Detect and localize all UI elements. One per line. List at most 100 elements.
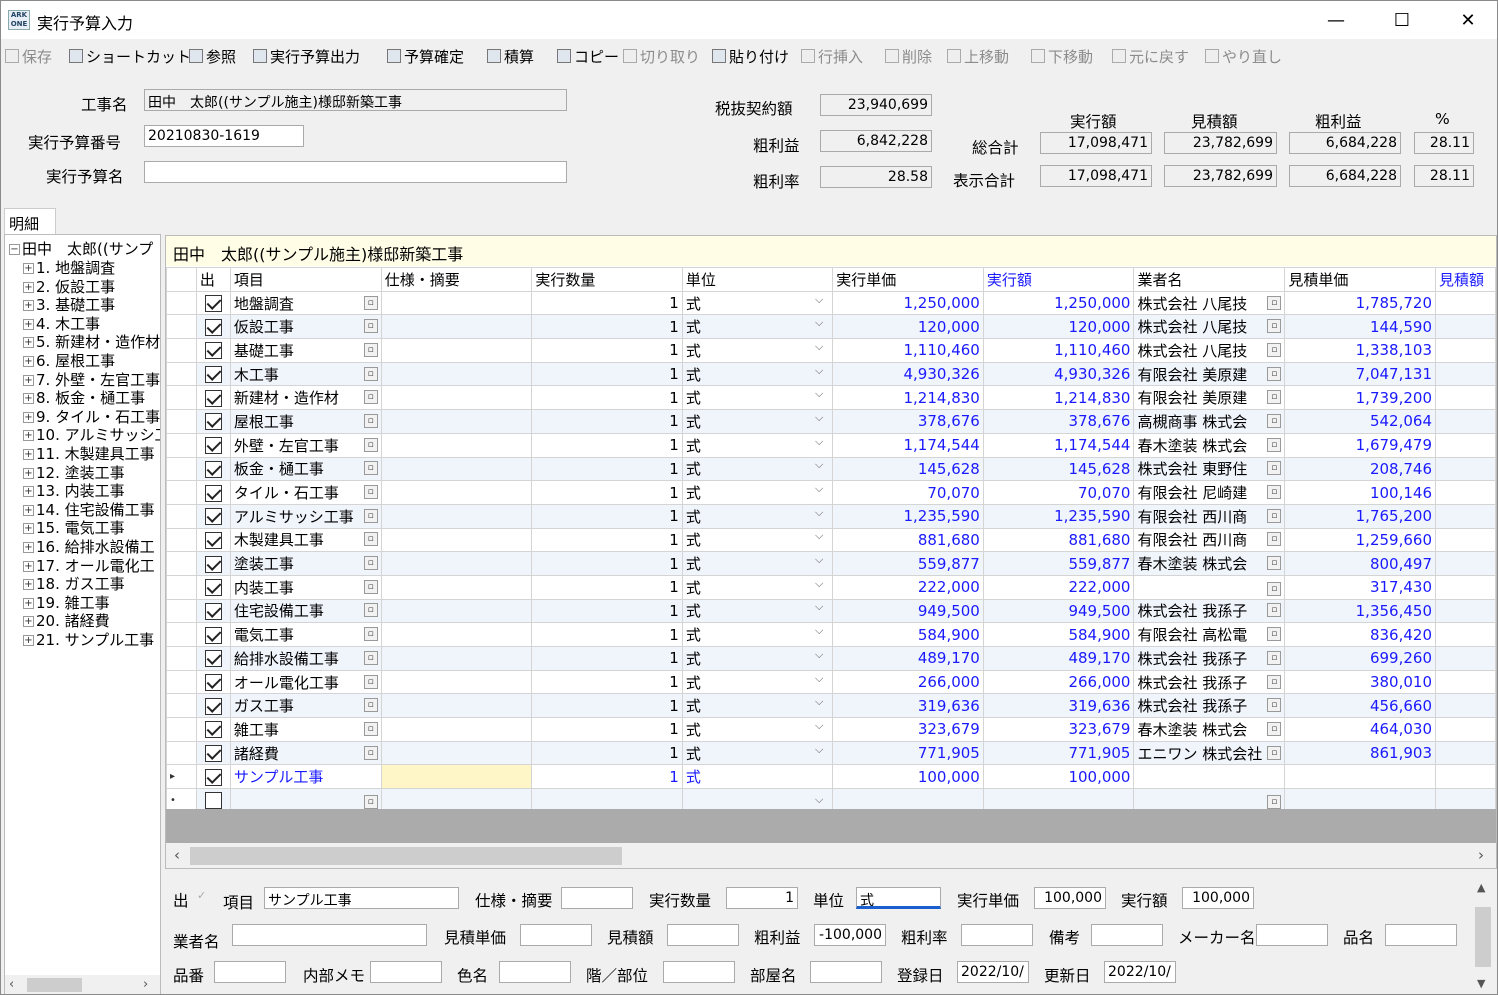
unit-cell[interactable]: 式 — [681, 764, 834, 790]
est-amount-cell[interactable] — [1434, 338, 1496, 363]
unit-price-cell[interactable]: 489,170 — [832, 646, 984, 671]
out-checkbox[interactable] — [204, 555, 222, 573]
row-selector[interactable] — [166, 527, 197, 553]
out-checkbox[interactable] — [204, 650, 222, 668]
expand-icon[interactable]: + — [23, 560, 34, 572]
scroll-left-icon[interactable]: ‹ — [9, 977, 14, 992]
item-cell[interactable]: タイル・石工事 ▫ — [229, 480, 382, 505]
item-cell[interactable]: 板金・樋工事 ▫ — [229, 456, 382, 482]
lookup-icon[interactable]: ▫ — [1267, 319, 1282, 334]
vendor-cell[interactable]: エニワン 株式会社 ▫ — [1133, 740, 1286, 766]
spec-cell-editing[interactable] — [380, 764, 533, 790]
toolbar-button[interactable]: 下移動 — [1031, 45, 1093, 67]
tree-item[interactable]: +1. 地盤調査 — [23, 259, 115, 278]
amount-cell[interactable]: 120,000 — [982, 314, 1135, 340]
est-amount-cell[interactable] — [1434, 503, 1496, 529]
vendor-cell[interactable]: 有限会社 美原建 ▫ — [1133, 385, 1286, 411]
unit-price-cell[interactable]: 120,000 — [832, 314, 984, 340]
toolbar-button[interactable]: 貼り付け — [712, 45, 789, 67]
qty-cell[interactable]: 1 — [531, 314, 683, 340]
lookup-icon[interactable]: ▫ — [1267, 413, 1282, 428]
est-price-cell[interactable]: 100,146 — [1284, 480, 1436, 505]
chevron-down-icon[interactable]: ⌵ — [809, 553, 829, 567]
item-cell[interactable]: 外壁・左官工事 ▫ — [229, 432, 382, 458]
unit-cell[interactable]: 式 ⌵ — [681, 314, 834, 340]
chevron-down-icon[interactable]: ⌵ — [809, 719, 829, 733]
detail-unit-price-field[interactable]: 100,000 — [1034, 887, 1106, 909]
tree-item[interactable]: +3. 基礎工事 — [23, 296, 115, 315]
header-item[interactable]: 項目 — [229, 267, 382, 292]
tree-item[interactable]: +13. 内装工事 — [23, 482, 125, 501]
table-row[interactable]: 仮設工事 ▫ 1 式 ⌵ 120,000 120,000 株式会社 八尾技 ▫ 144,590 — [166, 314, 1496, 340]
toolbar-button[interactable]: 積算 — [487, 45, 534, 67]
lookup-icon[interactable]: ▫ — [363, 698, 378, 713]
qty-cell[interactable]: 1 — [531, 432, 683, 458]
table-row-current[interactable]: ▸ サンプル工事 1 式 100,000 100,000 — [166, 764, 1496, 790]
lookup-icon[interactable]: ▫ — [1267, 532, 1282, 547]
est-price-cell[interactable]: 861,903 — [1284, 740, 1436, 766]
table-row[interactable]: 諸経費 ▫ 1 式 ⌵ 771,905 771,905 エニワン 株式会社 ▫ 861,903 — [166, 740, 1496, 766]
header-est-amount[interactable]: 見積額 — [1434, 267, 1496, 292]
amount-cell[interactable]: 222,000 — [982, 574, 1135, 600]
lookup-icon[interactable]: ▫ — [1267, 390, 1282, 405]
tree-item[interactable]: +15. 電気工事 — [23, 519, 125, 538]
amount-cell[interactable]: 1,235,590 — [982, 503, 1135, 529]
lookup-icon[interactable]: ▫ — [1267, 556, 1282, 571]
item-cell[interactable]: 内装工事 ▫ — [229, 574, 382, 600]
expand-icon[interactable]: + — [23, 579, 34, 591]
est-price-cell[interactable]: 380,010 — [1284, 669, 1436, 695]
unit-cell[interactable]: 式 ⌵ — [681, 717, 834, 742]
tree-item[interactable]: +8. 板金・樋工事 — [23, 389, 145, 408]
est-price-cell[interactable]: 464,030 — [1284, 717, 1436, 742]
qty-cell[interactable]: 1 — [531, 669, 683, 695]
row-selector[interactable] — [166, 717, 197, 742]
scroll-right-icon[interactable]: › — [143, 977, 148, 992]
amount-cell[interactable]: 584,900 — [982, 622, 1135, 647]
toolbar-button[interactable]: 参照 — [189, 45, 236, 67]
tree-item[interactable]: +17. オール電化工 — [23, 557, 155, 576]
tree-item[interactable]: +5. 新建材・造作材 — [23, 333, 160, 352]
est-amount-cell[interactable] — [1434, 290, 1496, 316]
expand-icon[interactable]: + — [23, 411, 34, 423]
lookup-icon[interactable]: ▫ — [1267, 627, 1282, 642]
chevron-down-icon[interactable]: ⌵ — [809, 364, 829, 378]
qty-cell[interactable]: 1 — [531, 503, 683, 529]
row-selector[interactable] — [166, 290, 197, 316]
out-cell[interactable] — [195, 290, 231, 316]
vendor-cell[interactable]: 春木塗装 株式会 ▫ — [1133, 432, 1286, 458]
item-cell[interactable]: オール電化工事 ▫ — [229, 669, 382, 695]
table-row[interactable]: 住宅設備工事 ▫ 1 式 ⌵ 949,500 949,500 株式会社 我孫子 ▫ 1,356,4… — [166, 598, 1496, 624]
toolbar-button[interactable]: やり直し — [1205, 45, 1282, 67]
unit-cell[interactable]: 式 ⌵ — [681, 646, 834, 671]
est-price-cell[interactable]: 1,356,450 — [1284, 598, 1436, 624]
out-checkbox[interactable] — [204, 792, 222, 810]
unit-price-cell[interactable]: 559,877 — [832, 551, 984, 576]
lookup-icon[interactable]: ▫ — [363, 342, 378, 357]
vendor-cell[interactable]: 株式会社 八尾技 ▫ — [1133, 290, 1286, 316]
item-cell[interactable]: 雑工事 ▫ — [229, 717, 382, 742]
lookup-icon[interactable]: ▫ — [363, 794, 378, 809]
chevron-down-icon[interactable]: ⌵ — [809, 411, 829, 425]
spec-cell[interactable] — [380, 598, 533, 624]
est-amount-cell[interactable] — [1434, 622, 1496, 647]
chevron-down-icon[interactable]: ⌵ — [809, 316, 829, 330]
out-cell[interactable] — [195, 551, 231, 576]
chevron-down-icon[interactable]: ⌵ — [809, 458, 829, 472]
expand-icon[interactable]: + — [23, 430, 34, 442]
item-cell[interactable]: 仮設工事 ▫ — [229, 314, 382, 340]
lookup-icon[interactable]: ▫ — [363, 556, 378, 571]
tree-item[interactable]: +7. 外壁・左官工事 — [23, 371, 160, 390]
out-checkbox[interactable] — [204, 602, 222, 620]
lookup-icon[interactable]: ▫ — [1267, 721, 1282, 736]
amount-cell[interactable]: 489,170 — [982, 646, 1135, 671]
tree-item[interactable]: +4. 木工事 — [23, 315, 100, 334]
est-price-cell[interactable]: 1,739,200 — [1284, 385, 1436, 411]
out-cell[interactable] — [195, 456, 231, 482]
lookup-icon[interactable]: ▫ — [363, 366, 378, 381]
est-amount-cell[interactable] — [1434, 361, 1496, 387]
tab-detail[interactable]: 明細 — [4, 208, 56, 234]
unit-cell[interactable]: 式 ⌵ — [681, 361, 834, 387]
qty-cell[interactable]: 1 — [531, 409, 683, 434]
lookup-icon[interactable]: ▫ — [1267, 366, 1282, 381]
est-price-cell[interactable]: 1,259,660 — [1284, 527, 1436, 553]
